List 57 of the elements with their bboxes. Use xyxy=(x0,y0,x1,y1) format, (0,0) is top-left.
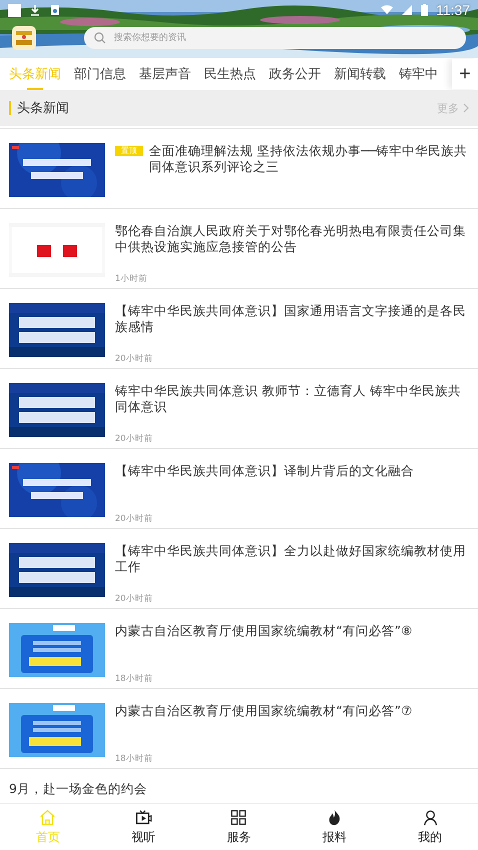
nav-label: 服务 xyxy=(226,828,251,846)
news-title: 铸牢中华民族共同体意识 教师节：立德育人 铸牢中华民族共同体意识 xyxy=(115,383,462,415)
pinned-tag: 置顶 xyxy=(115,146,143,156)
news-item[interactable]: 内蒙古自治区教育厅使用国家统编教材“有问必答”⑧ 18小时前 xyxy=(0,609,478,689)
video-icon xyxy=(134,808,152,826)
news-item[interactable]: 9月，赴一场金色的约会 xyxy=(0,769,478,803)
nav-tab[interactable]: 服务 xyxy=(191,804,287,850)
news-time: 20小时前 xyxy=(115,513,154,525)
news-time: 20小时前 xyxy=(115,353,154,365)
category-tab[interactable]: 铸牢中 xyxy=(399,59,438,89)
category-tab[interactable]: 政务公开 xyxy=(269,59,321,89)
category-tab[interactable]: 部门信息 xyxy=(74,59,126,89)
logo-icon xyxy=(12,26,36,50)
news-time: 18小时前 xyxy=(115,673,154,685)
battery-icon xyxy=(421,4,428,16)
news-title: 9月，赴一场金色的约会 xyxy=(9,781,147,798)
news-item[interactable]: 【铸牢中华民族共同体意识】国家通用语言文字接通的是各民族感情 20小时前 xyxy=(0,289,478,369)
nav-label: 首页 xyxy=(36,828,60,846)
news-title: 【铸牢中华民族共同体意识】译制片背后的文化融合 xyxy=(115,463,415,479)
category-tab[interactable]: 新闻转载 xyxy=(334,59,386,89)
news-item[interactable]: 鄂伦春自治旗人民政府关于对鄂伦春光明热电有限责任公司集中供热设施实施应急接管的公告 1小时前 xyxy=(0,209,478,289)
news-item[interactable]: 内蒙古自治区教育厅使用国家统编教材“有问必答”⑦ 18小时前 xyxy=(0,689,478,769)
person-icon xyxy=(422,808,439,826)
nav-label: 报料 xyxy=(322,828,347,846)
category-tab[interactable]: 民生热点 xyxy=(204,59,256,89)
nav-tab[interactable]: 报料 xyxy=(286,804,382,850)
news-title: 内蒙古自治区教育厅使用国家统编教材“有问必答”⑦ xyxy=(115,703,414,719)
download-icon xyxy=(29,4,41,16)
notification-icon xyxy=(8,4,21,16)
news-item[interactable]: 置顶 全面准确理解法规 坚持依法依规办事──铸牢中华民族共同体意识系列评论之三 xyxy=(0,129,478,209)
search-icon xyxy=(94,32,106,44)
section-title: 头条新闻 xyxy=(17,100,70,117)
news-title: 全面准确理解法规 坚持依法依规办事──铸牢中华民族共同体意识系列评论之三 xyxy=(149,143,468,175)
category-tab[interactable]: 基层声音 xyxy=(139,59,191,89)
search-field[interactable]: 搜索你想要的资讯 xyxy=(84,27,466,49)
nav-tab[interactable]: 视听 xyxy=(96,804,192,850)
chevron-icon xyxy=(463,103,469,113)
app-icon xyxy=(49,4,61,16)
news-time: 1小时前 xyxy=(115,273,148,285)
grid-icon xyxy=(230,808,248,826)
wifi-icon xyxy=(381,4,393,16)
nav-label: 我的 xyxy=(418,828,442,846)
news-title: 内蒙古自治区教育厅使用国家统编教材“有问必答”⑧ xyxy=(115,623,414,639)
news-item[interactable]: 【铸牢中华民族共同体意识】译制片背后的文化融合 20小时前 xyxy=(0,449,478,529)
nav-label: 视听 xyxy=(131,828,156,846)
signal-icon xyxy=(401,4,413,16)
home-icon xyxy=(39,808,56,826)
nav-tab[interactable]: 我的 xyxy=(382,804,478,850)
news-item[interactable]: 铸牢中华民族共同体意识 教师节：立德育人 铸牢中华民族共同体意识 20小时前 xyxy=(0,369,478,449)
add-tab-button[interactable]: + xyxy=(452,59,478,89)
news-time: 20小时前 xyxy=(115,433,154,445)
news-title: 鄂伦春自治旗人民政府关于对鄂伦春光明热电有限责任公司集中供热设施实施应急接管的公告 xyxy=(115,223,467,255)
news-time: 18小时前 xyxy=(115,753,154,765)
news-title: 【铸牢中华民族共同体意识】全力以赴做好国家统编教材使用工作 xyxy=(115,543,467,575)
news-time: 20小时前 xyxy=(115,593,154,605)
news-title: 【铸牢中华民族共同体意识】国家通用语言文字接通的是各民族感情 xyxy=(115,303,467,335)
news-item[interactable]: 【铸牢中华民族共同体意识】全力以赴做好国家统编教材使用工作 20小时前 xyxy=(0,529,478,609)
